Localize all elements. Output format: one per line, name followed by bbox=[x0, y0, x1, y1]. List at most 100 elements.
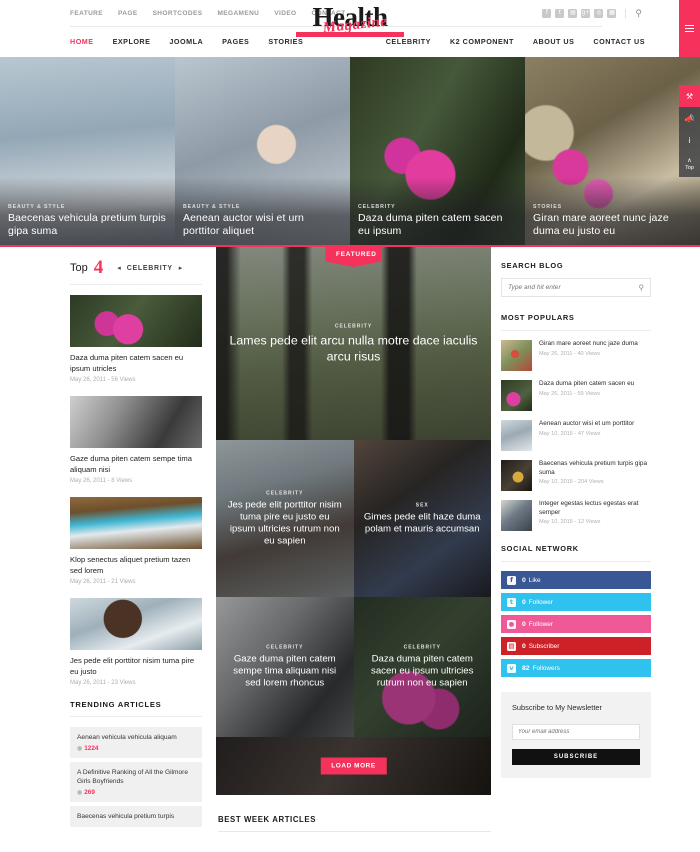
popular-body: Baecenas vehicula pretium turpis gipa su… bbox=[539, 460, 651, 491]
hero-slide-2[interactable]: BEAUTY & STYLE Aenean auctor wisi et urn… bbox=[175, 57, 350, 247]
featured-article[interactable]: CELEBRITY Lames pede elit arcu nulla mot… bbox=[216, 247, 491, 440]
nav-item-stories[interactable]: STORIES bbox=[268, 37, 303, 46]
left-post-item[interactable]: Jes pede elit porttitor nisim tuma pire … bbox=[70, 598, 202, 686]
top4-number: 4 bbox=[93, 257, 104, 278]
arrow-right-icon[interactable]: ▸ bbox=[179, 264, 183, 272]
article-title: Gaze duma piten catem sempe tima aliquam… bbox=[233, 653, 337, 689]
main-menu-right: CELEBRITY K2 COMPONENT ABOUT US CONTACT US bbox=[386, 37, 670, 46]
rss-icon[interactable]: ▤ bbox=[568, 8, 578, 18]
hero-title: Giran mare aoreet nunc jaze duma eu just… bbox=[533, 212, 669, 237]
nav-item-explore[interactable]: EXPLORE bbox=[113, 37, 151, 46]
scroll-top-icon[interactable]: ∧ Top bbox=[679, 151, 700, 177]
divider bbox=[70, 284, 202, 285]
popular-item[interactable]: Baecenas vehicula pretium turpis gipa su… bbox=[501, 460, 651, 491]
post-title: Jes pede elit porttitor nisim tuma pire … bbox=[70, 656, 195, 676]
social-row-vimeo[interactable]: v 82 Followers bbox=[501, 659, 651, 677]
hamburger-icon bbox=[685, 24, 694, 34]
left-post-item[interactable]: Klop senectus aliquet pretium tazen sed … bbox=[70, 497, 202, 585]
divider bbox=[70, 716, 202, 717]
search-input[interactable] bbox=[508, 284, 639, 291]
megaphone-icon[interactable]: 📣 bbox=[679, 107, 700, 129]
article-title: Gimes pede elit haze duma polam et mauri… bbox=[363, 511, 481, 534]
top-menu-item-2[interactable]: SHORTCODES bbox=[153, 10, 203, 17]
instagram-icon[interactable]: ◎ bbox=[594, 8, 604, 18]
nav-item-home[interactable]: HOME bbox=[70, 37, 94, 46]
nav-item-celebrity[interactable]: CELEBRITY bbox=[386, 37, 431, 46]
top-menu-item-1[interactable]: PAGE bbox=[118, 10, 138, 17]
article-caption: CELEBRITY Daza duma piten catem sacen eu… bbox=[364, 645, 482, 690]
popular-item[interactable]: Giran mare aoreet nunc jaze duma May 26,… bbox=[501, 340, 651, 371]
hero-slide-3[interactable]: BEAUTY & STYLE Baecenas vehicula pretium… bbox=[0, 57, 175, 247]
twitter-icon: t bbox=[507, 597, 516, 607]
search-icon[interactable]: ⚲ bbox=[639, 283, 645, 292]
load-more-strip: LOAD MORE bbox=[216, 737, 491, 795]
post-meta: May 26, 2011 - 23 Views bbox=[70, 680, 136, 686]
trending-views: ◉ 269 bbox=[77, 789, 95, 796]
popular-item[interactable]: Daza duma piten catem sacen eu May 26, 2… bbox=[501, 380, 651, 411]
article-cell[interactable]: CELEBRITY Jes pede elit porttitor nisim … bbox=[216, 440, 354, 597]
divider bbox=[218, 831, 491, 832]
nav-item-joomla[interactable]: JOOMLA bbox=[169, 37, 203, 46]
article-cell[interactable]: CELEBRITY Daza duma piten catem sacen eu… bbox=[353, 597, 491, 737]
social-row-facebook[interactable]: f 0 Like bbox=[501, 571, 651, 589]
social-count: 0 bbox=[522, 598, 526, 606]
load-more-button[interactable]: LOAD MORE bbox=[320, 757, 387, 775]
popular-post-list: Giran mare aoreet nunc jaze duma May 26,… bbox=[501, 340, 651, 531]
nav-item-about-us[interactable]: ABOUT US bbox=[533, 37, 575, 46]
article-cell[interactable]: SEX Gimes pede elit haze duma polam et m… bbox=[353, 440, 491, 597]
trending-item[interactable]: Aenean vehicula vehicula aliquam ◉ 1224 bbox=[70, 727, 202, 758]
newsletter-subscribe-button[interactable]: SUBSCRIBE bbox=[512, 749, 640, 765]
dribbble-icon: ● bbox=[507, 619, 516, 629]
rail-menu-button[interactable] bbox=[679, 0, 700, 57]
nav-item-k2-component[interactable]: K2 COMPONENT bbox=[450, 37, 514, 46]
top-menu-item-3[interactable]: MEGAMENU bbox=[217, 10, 259, 17]
top-menu-item-0[interactable]: FEATURE bbox=[70, 10, 103, 17]
top4-category-nav: ◂ CELEBRITY ▸ bbox=[117, 264, 183, 273]
facebook-icon[interactable]: f bbox=[542, 8, 552, 18]
social-count: 0 bbox=[522, 620, 526, 628]
trending-item[interactable]: Baecenas vehicula pretium turpis bbox=[70, 806, 202, 827]
hero-slider: BEAUTY & STYLE Baecenas vehicula pretium… bbox=[0, 57, 700, 247]
post-meta: May 26, 2011 - 21 Views bbox=[70, 579, 136, 585]
post-title: Klop senectus aliquet pretium tazen sed … bbox=[70, 555, 191, 575]
post-thumbnail bbox=[70, 598, 202, 650]
most-populars-heading: MOST POPULARS bbox=[501, 313, 575, 322]
hero-slide-1[interactable]: CELEBRITY Daza duma piten catem sacen eu… bbox=[350, 57, 525, 247]
hero-slide-0[interactable]: STORIES Giran mare aoreet nunc jaze duma… bbox=[525, 57, 700, 247]
social-count: 0 bbox=[522, 576, 526, 584]
arrow-left-icon[interactable]: ◂ bbox=[117, 264, 121, 272]
search-blog-heading: SEARCH BLOG bbox=[501, 261, 564, 270]
search-icon[interactable]: ⚲ bbox=[635, 8, 642, 19]
popular-item[interactable]: Integer egestas lectus egestas erat semp… bbox=[501, 500, 651, 531]
nav-item-contact-us[interactable]: CONTACT US bbox=[593, 37, 645, 46]
twitter-icon[interactable]: t bbox=[555, 8, 565, 18]
settings-wrench-icon[interactable]: ⚒ bbox=[679, 85, 700, 107]
newsletter-email-input[interactable] bbox=[512, 724, 640, 740]
scroll-top-icon-glyph: ∧ bbox=[687, 158, 692, 164]
social-row-dribbble[interactable]: ● 0 Follower bbox=[501, 615, 651, 633]
popular-body: Aenean auctor wisi et um porttitor May 1… bbox=[539, 420, 651, 451]
popular-item[interactable]: Aenean auctor wisi et um porttitor May 1… bbox=[501, 420, 651, 451]
trending-item[interactable]: A Definitive Ranking of All the Gilmore … bbox=[70, 762, 202, 802]
eye-icon: ◉ bbox=[77, 746, 83, 752]
top-menu-item-4[interactable]: VIDEO bbox=[274, 10, 296, 17]
hero-caption: CELEBRITY Daza duma piten catem sacen eu… bbox=[358, 204, 517, 238]
rail-top-label: Top bbox=[685, 165, 694, 171]
flickr-icon[interactable]: ▦ bbox=[607, 8, 617, 18]
popular-meta: May 10, 2015 - 12 Views bbox=[539, 519, 601, 526]
social-row-rss[interactable]: ▤ 0 Subscriber bbox=[501, 637, 651, 655]
social-row-twitter[interactable]: t 0 Follower bbox=[501, 593, 651, 611]
left-post-item[interactable]: Gaze duma piten catem sempe tima aliquam… bbox=[70, 396, 202, 484]
nav-item-pages[interactable]: PAGES bbox=[222, 37, 249, 46]
site-logo[interactable]: Health Magazine bbox=[296, 4, 404, 37]
left-post-item[interactable]: Daza duma piten catem sacen eu ipsum utr… bbox=[70, 295, 202, 383]
popular-thumbnail bbox=[501, 500, 532, 531]
search-blog-box[interactable]: ⚲ bbox=[501, 278, 651, 297]
post-title: Gaze duma piten catem sempe tima aliquam… bbox=[70, 454, 192, 474]
featured-block[interactable]: FEATURED CELEBRITY Lames pede elit arcu … bbox=[216, 247, 491, 440]
best-week-heading: BEST WEEK ARTICLES bbox=[218, 815, 317, 824]
eye-icon: ◉ bbox=[77, 790, 83, 796]
article-cell[interactable]: CELEBRITY Gaze duma piten catem sempe ti… bbox=[216, 597, 354, 737]
info-icon[interactable]: i bbox=[679, 129, 700, 151]
google-plus-icon[interactable]: g+ bbox=[581, 8, 591, 18]
